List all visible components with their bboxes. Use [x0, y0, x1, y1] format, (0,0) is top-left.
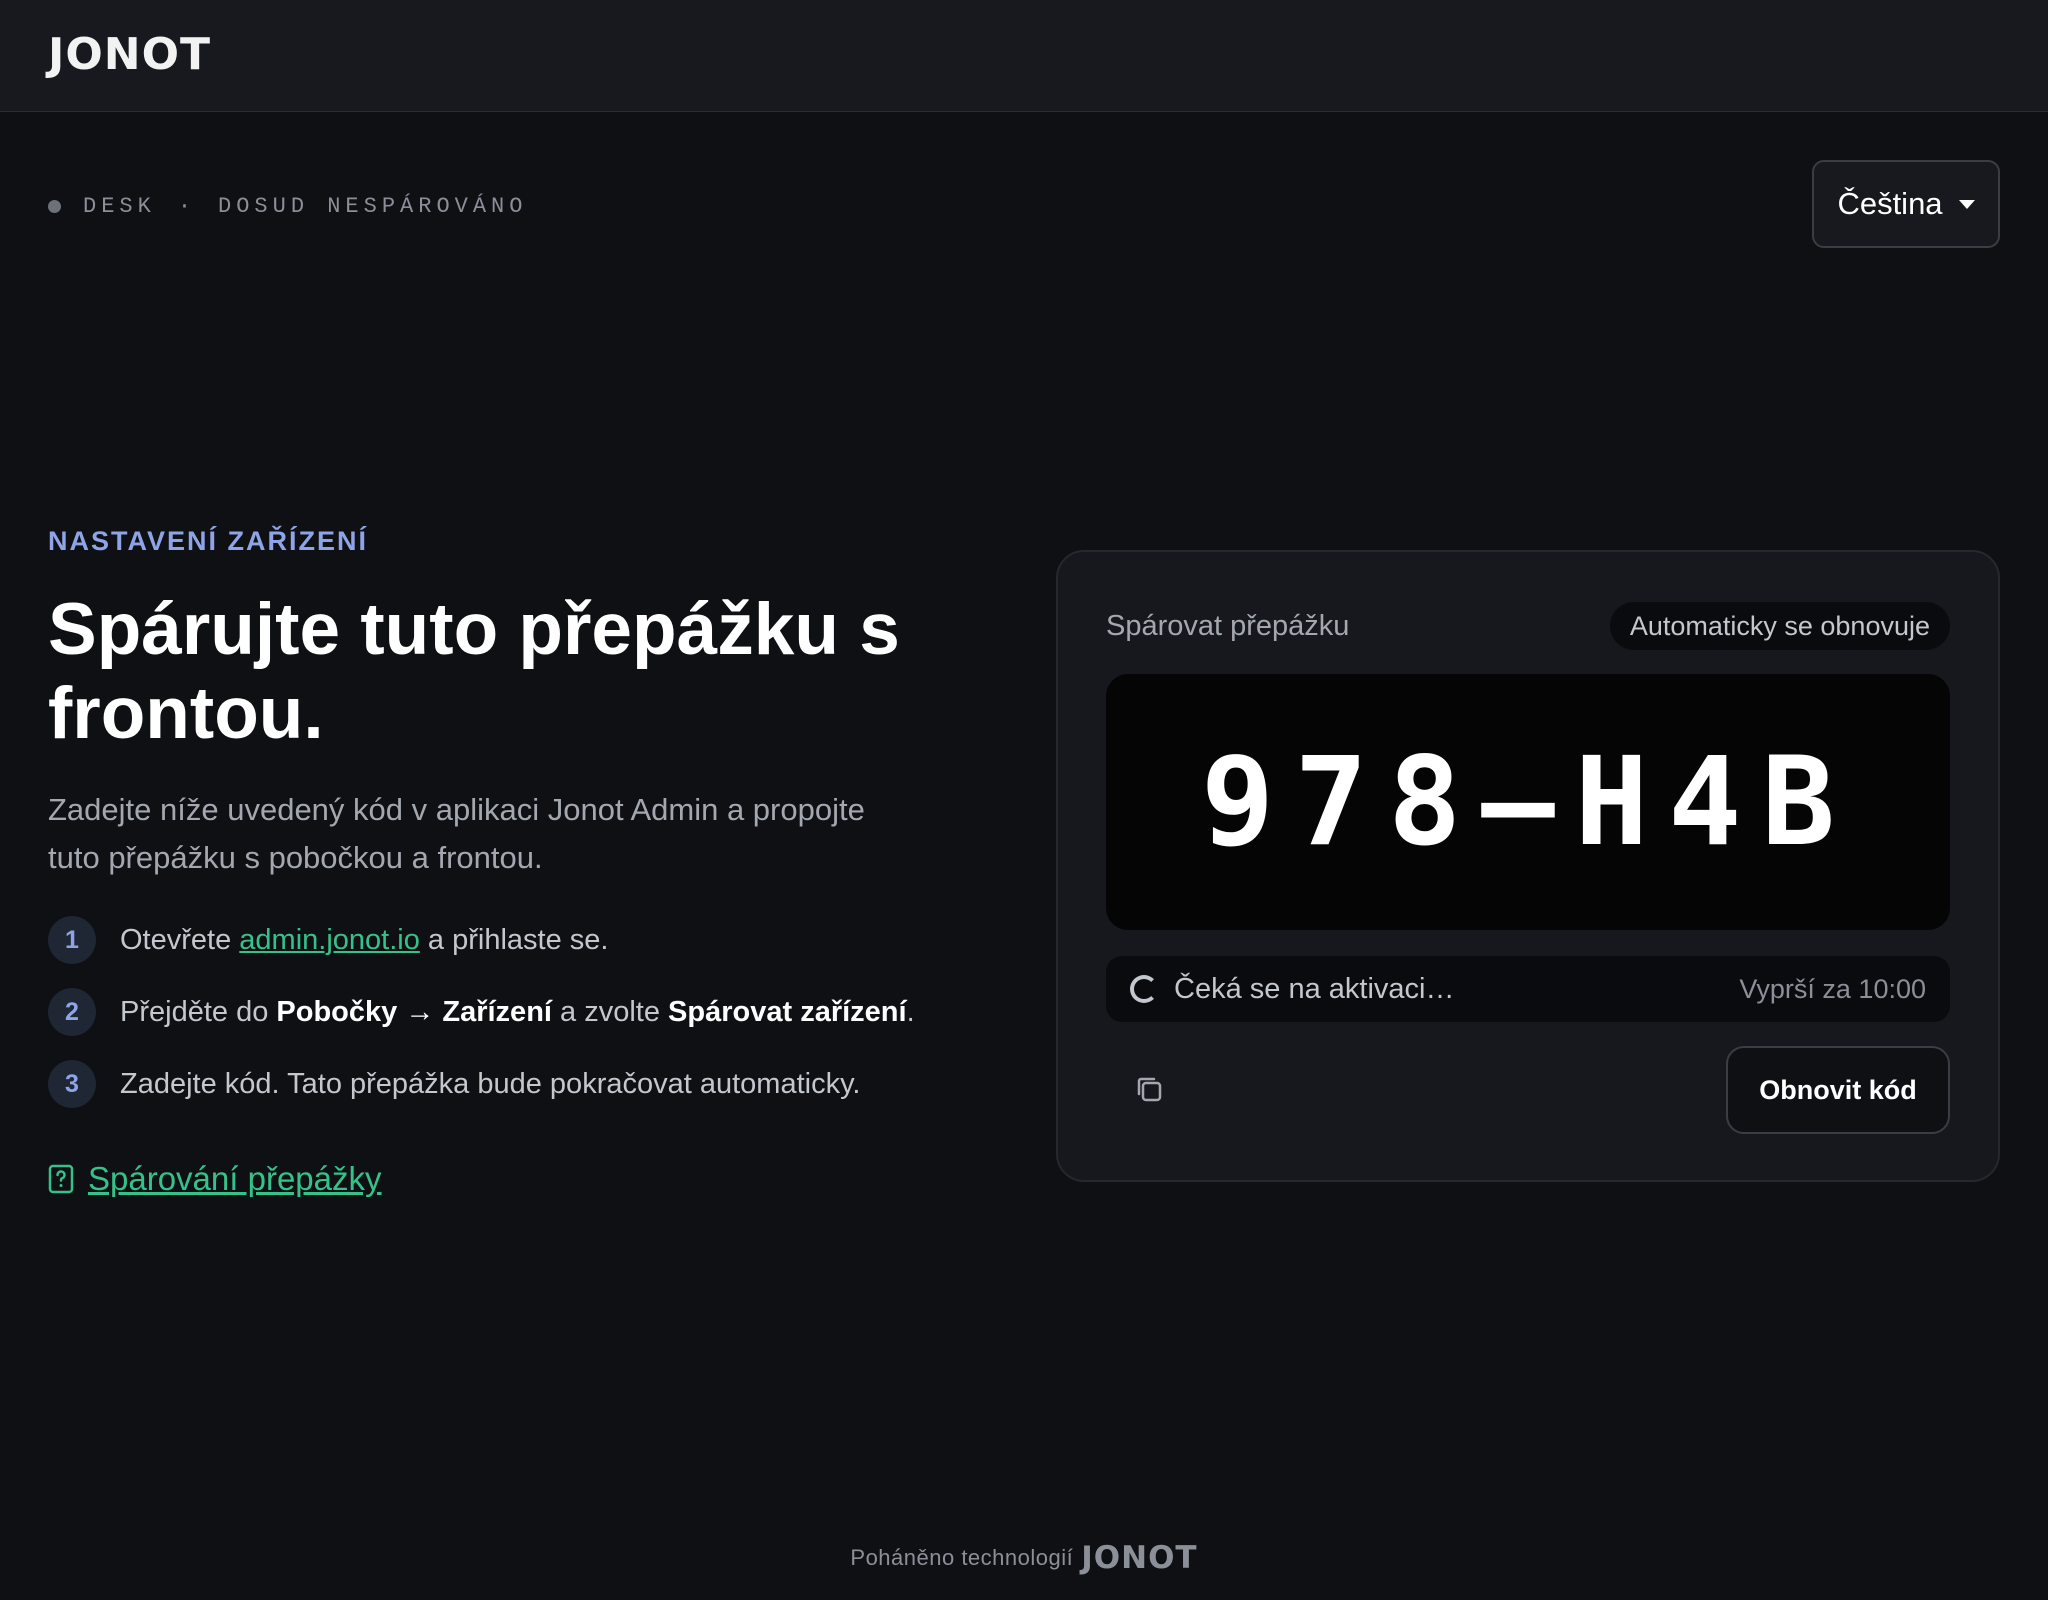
- step-number: 3: [48, 1060, 96, 1108]
- copy-icon: [1137, 1077, 1162, 1102]
- step-2: 2 Přejděte do Pobočky → Zařízení a zvolt…: [48, 986, 1008, 1038]
- pairing-code: 978–H4B: [1200, 731, 1856, 873]
- spinner-icon: [1130, 975, 1158, 1003]
- top-bar: JONOT: [0, 0, 2048, 112]
- chevron-down-icon: [1958, 199, 1975, 209]
- step-text-mid: a zvolte: [551, 995, 669, 1028]
- step-text-pre: Přejděte do: [120, 995, 277, 1028]
- step-text-post: .: [906, 995, 915, 1028]
- pair-state: DOSUD NESPÁROVÁNO: [218, 193, 528, 219]
- refresh-code-button[interactable]: Obnovit kód: [1726, 1046, 1950, 1134]
- language-selected: Čeština: [1837, 186, 1943, 221]
- pairing-help-link[interactable]: Spárování přepážky: [48, 1160, 382, 1198]
- step-text: Přejděte do Pobočky → Zařízení a zvolte …: [120, 996, 915, 1029]
- step-3: 3 Zadejte kód. Tato přepážka bude pokrač…: [48, 1058, 1008, 1110]
- status-separator: ·: [177, 193, 197, 219]
- pairing-code-box: 978–H4B: [1106, 674, 1950, 930]
- page-description: Zadejte níže uvedený kód v aplikaci Jono…: [48, 792, 865, 875]
- step-text-path: Pobočky → Zařízení: [276, 995, 552, 1028]
- status-dot-icon: [48, 199, 61, 213]
- step-text-pre: Otevřete: [120, 923, 240, 956]
- steps-list: 1 Otevřete admin.jonot.io a přihlaste se…: [48, 914, 1008, 1130]
- step-text: Otevřete admin.jonot.io a přihlaste se.: [120, 924, 608, 957]
- help-link-label: Spárování přepážky: [88, 1160, 382, 1197]
- footer: Poháněno technologií JONOT: [0, 1540, 2048, 1576]
- page-title: Spárujte tuto přepážku s frontou.: [48, 589, 900, 754]
- section-eyebrow: NASTAVENÍ ZAŘÍZENÍ: [48, 526, 369, 556]
- step-text: Zadejte kód. Tato přepážka bude pokračov…: [120, 1067, 861, 1100]
- card-title: Spárovat přepážku: [1106, 610, 1350, 642]
- language-select[interactable]: Čeština: [1812, 160, 2000, 248]
- device-status: DESK · DOSUD NESPÁROVÁNO: [48, 192, 527, 220]
- step-number: 1: [48, 916, 96, 964]
- auto-refresh-badge: Automaticky se obnovuje: [1609, 602, 1950, 650]
- copy-code-button[interactable]: [1128, 1068, 1172, 1112]
- expiry-text: Vyprší za 10:00: [1739, 973, 1926, 1004]
- step-text-post: a přihlaste se.: [419, 923, 609, 956]
- admin-link[interactable]: admin.jonot.io: [239, 924, 420, 956]
- waiting-text: Čeká se na aktivaci…: [1174, 972, 1455, 1005]
- jonot-logo: JONOT: [48, 29, 212, 80]
- step-text-action: Spárovat zařízení: [668, 995, 907, 1028]
- activation-status-bar: Čeká se na aktivaci… Vyprší za 10:00: [1106, 956, 1950, 1022]
- device-name: DESK: [83, 193, 156, 219]
- powered-by-text: Poháněno technologií: [850, 1545, 1074, 1570]
- pairing-card: Spárovat přepážku Automaticky se obnovuj…: [1056, 550, 2000, 1182]
- step-number: 2: [48, 988, 96, 1036]
- step-1: 1 Otevřete admin.jonot.io a přihlaste se…: [48, 914, 1008, 966]
- footer-logo: JONOT: [1081, 1540, 1198, 1576]
- help-document-icon: [48, 1164, 74, 1194]
